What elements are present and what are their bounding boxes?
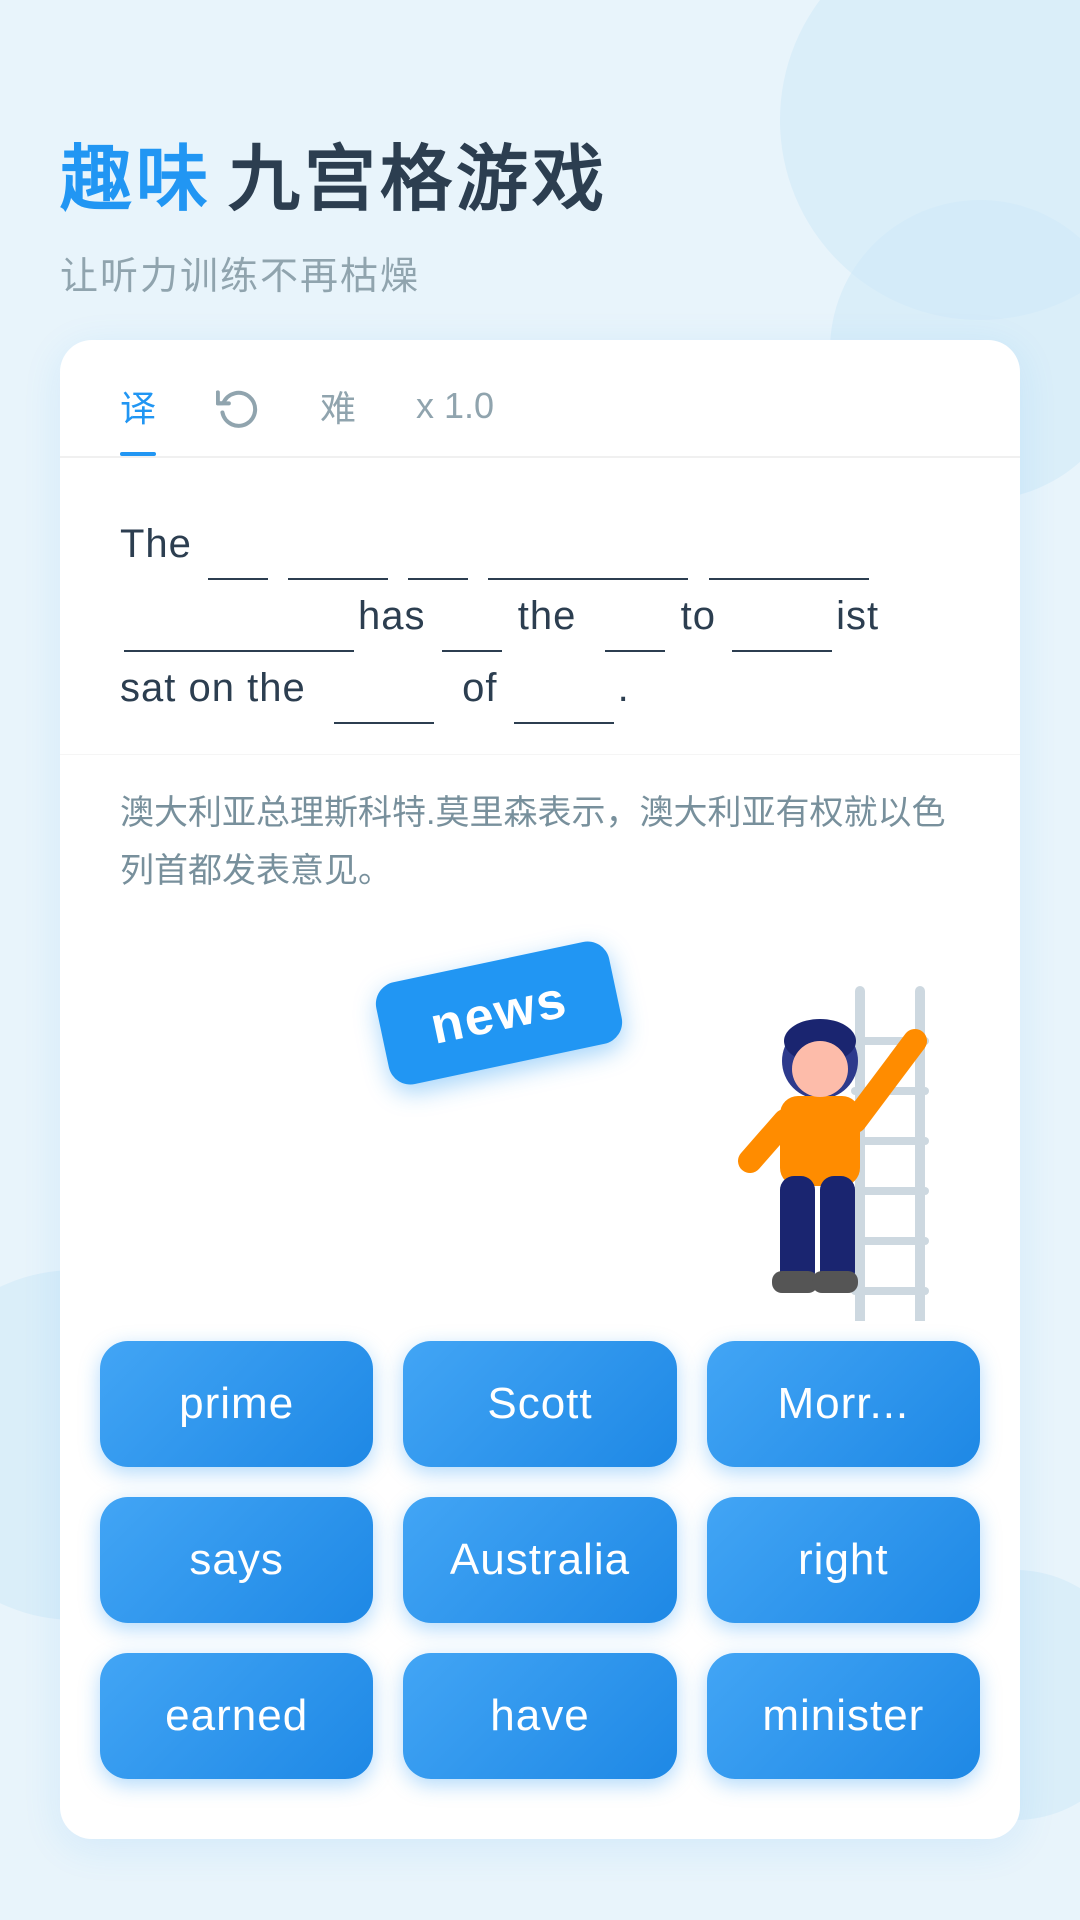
blank-3 <box>408 536 468 580</box>
blank-9 <box>732 608 832 652</box>
word-btn-prime[interactable]: prime <box>100 1341 373 1467</box>
tab-bar: 译 难 x 1.0 <box>60 340 1020 458</box>
word-btn-have[interactable]: have <box>403 1653 676 1779</box>
title-row: 趣味 九宫格游戏 <box>60 120 1020 225</box>
tab-refresh[interactable] <box>216 383 260 452</box>
translation-text: 澳大利亚总理斯科特.莫里森表示，澳大利亚有权就以色列首都发表意见。 <box>60 754 1020 921</box>
word-btn-morrison[interactable]: Morr... <box>707 1341 980 1467</box>
blank-6 <box>124 608 354 652</box>
blank-1 <box>208 536 268 580</box>
word-btn-minister[interactable]: minister <box>707 1653 980 1779</box>
refresh-icon <box>216 385 260 429</box>
blank-7 <box>442 608 502 652</box>
blank-5 <box>709 536 869 580</box>
word-btn-scott[interactable]: Scott <box>403 1341 676 1467</box>
sentence-area: The has the to ist sat on the of . <box>60 458 1020 754</box>
subtitle: 让听力训练不再枯燥 <box>60 245 1020 300</box>
tab-translate[interactable]: 译 <box>120 380 156 456</box>
word-grid: prime Scott Morr... says Australia right… <box>60 1341 1020 1779</box>
blank-8 <box>605 608 665 652</box>
sentence-text: The has the to ist sat on the of . <box>120 508 960 724</box>
blank-2 <box>288 536 388 580</box>
header: 趣味 九宫格游戏 让听力训练不再枯燥 <box>60 120 1020 300</box>
word-btn-right[interactable]: right <box>707 1497 980 1623</box>
title-main: 九宫格游戏 <box>228 120 608 225</box>
tab-speed[interactable]: x 1.0 <box>416 385 494 451</box>
blank-4 <box>488 536 688 580</box>
person-illustration <box>700 941 980 1321</box>
illustration-area: news <box>60 921 1020 1321</box>
word-btn-says[interactable]: says <box>100 1497 373 1623</box>
news-chip: news <box>372 937 626 1088</box>
word-btn-australia[interactable]: Australia <box>403 1497 676 1623</box>
blank-11 <box>514 680 614 724</box>
tab-difficulty[interactable]: 难 <box>320 380 356 456</box>
word-btn-earned[interactable]: earned <box>100 1653 373 1779</box>
game-card: 译 难 x 1.0 The has the to ist <box>60 340 1020 1839</box>
title-highlight: 趣味 <box>60 120 212 225</box>
blank-10 <box>334 680 434 724</box>
